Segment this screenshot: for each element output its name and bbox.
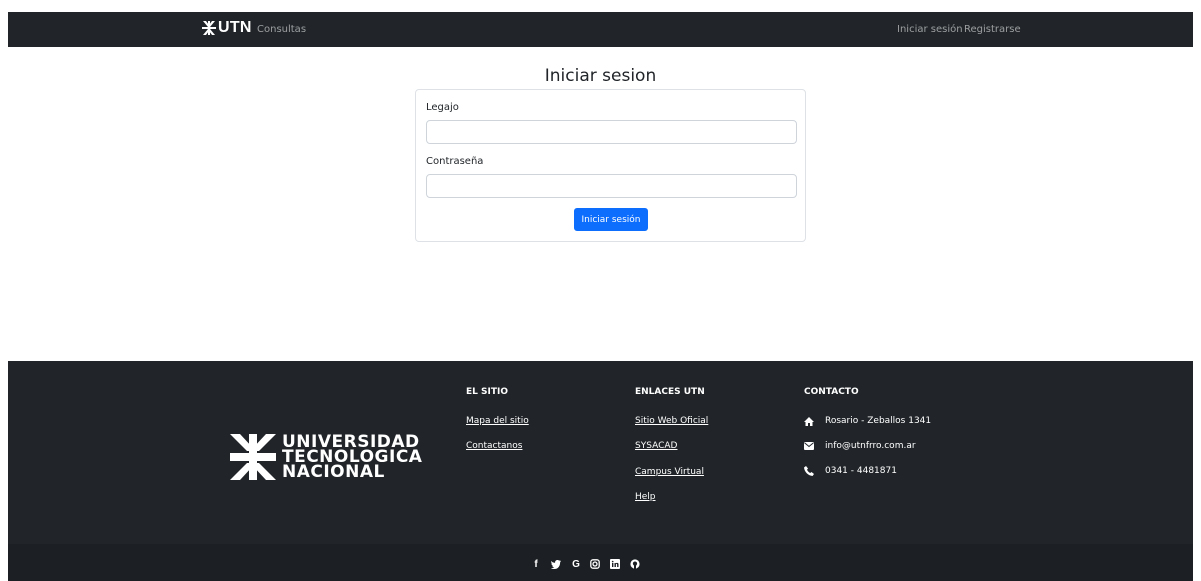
footer-logo-text: UNIVERSIDAD TECNOLOGICA NACIONAL	[282, 433, 422, 482]
link-contactanos[interactable]: Contactanos	[466, 441, 522, 451]
envelope-icon	[804, 442, 814, 450]
nav-login[interactable]: Iniciar sesión	[897, 24, 963, 35]
legajo-label: Legajo	[426, 102, 459, 113]
nav-register[interactable]: Registrarse	[964, 24, 1021, 35]
footer-title-contacto: CONTACTO	[804, 387, 859, 397]
password-label: Contraseña	[426, 156, 484, 167]
link-sysacad[interactable]: SYSACAD	[635, 441, 677, 451]
phone-icon	[804, 466, 814, 476]
instagram-icon[interactable]	[588, 558, 602, 570]
login-submit-button[interactable]: Iniciar sesión	[574, 208, 648, 231]
logo-line-3: NACIONAL	[282, 461, 385, 482]
footer-title-enlaces: ENLACES UTN	[635, 387, 705, 397]
utn-emblem-icon	[230, 434, 276, 480]
twitter-icon[interactable]	[549, 558, 563, 570]
link-sitio-web-oficial[interactable]: Sitio Web Oficial	[635, 416, 708, 426]
link-mapa-del-sitio[interactable]: Mapa del sitio	[466, 416, 529, 426]
footer-logo: UNIVERSIDAD TECNOLOGICA NACIONAL	[230, 433, 422, 482]
utn-logo-icon	[202, 21, 216, 35]
login-card: Legajo Contraseña Iniciar sesión	[415, 89, 806, 242]
brand-text: UTN	[218, 19, 252, 36]
footer: UNIVERSIDAD TECNOLOGICA NACIONAL EL SITI…	[8, 361, 1193, 581]
legajo-input[interactable]	[426, 120, 797, 144]
page-frame: UTN Consultas Iniciar sesión Registrarse…	[8, 12, 1193, 581]
contact-address-text: Rosario - Zeballos 1341	[825, 416, 932, 426]
contact-address: Rosario - Zeballos 1341	[804, 416, 931, 426]
home-icon	[804, 416, 814, 426]
google-icon[interactable]: G	[569, 558, 583, 570]
nav-consultas[interactable]: Consultas	[257, 24, 306, 35]
top-navbar: UTN Consultas Iniciar sesión Registrarse	[8, 12, 1193, 47]
link-campus-virtual[interactable]: Campus Virtual	[635, 467, 704, 477]
page-title: Iniciar sesion	[544, 66, 657, 86]
footer-title-el-sitio: EL SITIO	[466, 387, 508, 397]
contact-email: info@utnfrro.com.ar	[804, 441, 916, 451]
facebook-icon[interactable]: f	[529, 558, 543, 570]
linkedin-icon[interactable]	[608, 558, 622, 570]
link-help[interactable]: Help	[635, 492, 656, 502]
contact-phone: 0341 - 4481871	[804, 466, 897, 476]
contact-email-text: info@utnfrro.com.ar	[825, 441, 916, 451]
github-icon[interactable]	[628, 558, 642, 570]
password-input[interactable]	[426, 174, 797, 198]
footer-social-bar: f G	[8, 544, 1193, 581]
brand-link[interactable]: UTN	[202, 19, 252, 37]
contact-phone-text: 0341 - 4481871	[825, 466, 897, 476]
